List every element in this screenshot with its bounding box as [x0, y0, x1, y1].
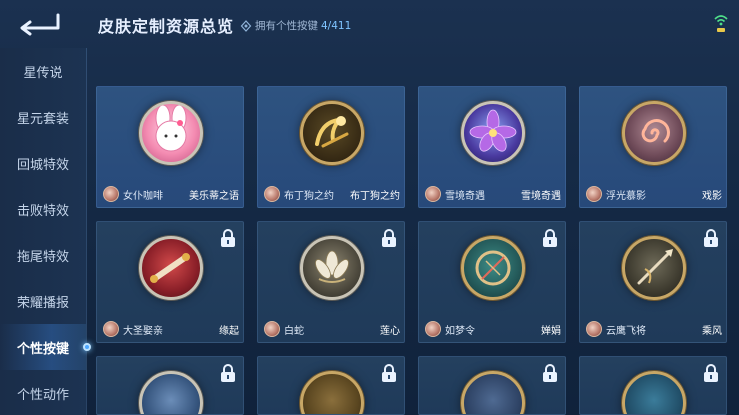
- page-title: 皮肤定制资源总览: [98, 17, 235, 36]
- skin-card[interactable]: [257, 356, 405, 415]
- skin-card[interactable]: [418, 356, 566, 415]
- sidebar-item-label: 个性动作: [16, 387, 69, 403]
- melody-icon: [139, 101, 203, 165]
- hero-name: 大圣娶亲: [123, 325, 163, 337]
- card-footer: 大圣娶亲 缘起: [97, 316, 243, 342]
- avatar: [586, 321, 602, 337]
- card-footer: 女仆咖啡 美乐蒂之语: [97, 181, 243, 207]
- avatar: [264, 186, 280, 202]
- gold-icon: [300, 371, 364, 414]
- skin-name: 缘起: [219, 325, 239, 337]
- sidebar-item-star-legend[interactable]: 星传说: [0, 48, 86, 94]
- avatar: [103, 186, 119, 202]
- card-footer: 白蛇 莲心: [258, 316, 404, 342]
- skin-card[interactable]: [579, 356, 727, 415]
- hero-name: 布丁狗之约: [284, 190, 334, 202]
- skin-card[interactable]: 布丁狗之约 布丁狗之约: [257, 86, 405, 208]
- hero-name: 女仆咖啡: [123, 190, 163, 202]
- avatar: [586, 186, 602, 202]
- key-icon: [240, 19, 252, 32]
- card-footer: 布丁狗之约 布丁狗之约: [258, 181, 404, 207]
- card-footer: 云鹰飞将 乘风: [580, 316, 726, 342]
- avatar: [425, 186, 441, 202]
- skin-card[interactable]: 白蛇 莲心: [257, 221, 405, 343]
- lock-icon: [221, 364, 235, 382]
- hero-name: 云鹰飞将: [606, 325, 646, 337]
- skin-card[interactable]: 雪境奇遇 雪境奇遇: [418, 86, 566, 208]
- spear-icon: [622, 236, 686, 300]
- sidebar-item-trail-effect[interactable]: 拖尾特效: [0, 232, 86, 278]
- lock-icon: [543, 364, 557, 382]
- dragon-icon: [622, 371, 686, 414]
- lock-icon: [382, 364, 396, 382]
- moon-harp-icon: [461, 236, 525, 300]
- wave-icon: [461, 371, 525, 414]
- owned-label: 拥有个性按键: [255, 20, 318, 32]
- sidebar-item-glory-broadcast[interactable]: 荣耀播报: [0, 278, 86, 324]
- skin-name: 乘风: [702, 325, 722, 337]
- skin-name: 美乐蒂之语: [189, 190, 239, 202]
- sidebar-item-recall-effect[interactable]: 回城特效: [0, 140, 86, 186]
- sidebar-item-label: 荣耀播报: [16, 295, 69, 311]
- hero-name: 浮光慕影: [606, 190, 646, 202]
- lock-icon: [221, 229, 235, 247]
- sidebar-item-label: 回城特效: [16, 157, 69, 173]
- sidebar-item-custom-buttons[interactable]: 个性按键: [0, 324, 86, 370]
- sidebar-item-custom-actions[interactable]: 个性动作: [0, 370, 86, 415]
- hero-name: 白蛇: [284, 325, 304, 337]
- scroll-icon: [139, 236, 203, 300]
- active-indicator: [83, 343, 91, 351]
- skin-card[interactable]: 女仆咖啡 美乐蒂之语: [96, 86, 244, 208]
- skin-card[interactable]: 如梦令 婵娟: [418, 221, 566, 343]
- card-footer: 如梦令 婵娟: [419, 316, 565, 342]
- sidebar-item-label: 击败特效: [16, 203, 69, 219]
- sidebar-item-label: 拖尾特效: [16, 249, 69, 265]
- owned-number: 4/411: [321, 19, 352, 32]
- back-arrow-icon[interactable]: [14, 10, 64, 36]
- card-footer: 浮光慕影 戏影: [580, 181, 726, 207]
- hero-name: 雪境奇遇: [445, 190, 485, 202]
- avatar: [264, 321, 280, 337]
- skin-card[interactable]: 浮光慕影 戏影: [579, 86, 727, 208]
- skin-name: 婵娟: [541, 325, 561, 337]
- lock-icon: [382, 229, 396, 247]
- feather-icon: [139, 371, 203, 414]
- skin-card[interactable]: [96, 356, 244, 415]
- spiral-icon: [622, 101, 686, 165]
- wifi-icon: [714, 15, 728, 32]
- skin-name: 布丁狗之约: [350, 190, 400, 202]
- avatar: [425, 321, 441, 337]
- lotus-icon: [300, 236, 364, 300]
- card-footer: 雪境奇遇 雪境奇遇: [419, 181, 565, 207]
- avatar: [103, 321, 119, 337]
- skin-card[interactable]: 云鹰飞将 乘风: [579, 221, 727, 343]
- skin-name: 戏影: [702, 190, 722, 202]
- skin-name: 莲心: [380, 325, 400, 337]
- purple-flower-icon: [461, 101, 525, 165]
- top-bar: 皮肤定制资源总览 拥有个性按键 4/411: [0, 0, 739, 48]
- lock-icon: [704, 364, 718, 382]
- owned-count: 拥有个性按键 4/411: [240, 18, 351, 33]
- sidebar-item-kill-effect[interactable]: 击败特效: [0, 186, 86, 232]
- skin-name: 雪境奇遇: [521, 190, 561, 202]
- sidebar-item-label: 星传说: [23, 65, 63, 81]
- sidebar-item-label: 个性按键: [16, 341, 69, 357]
- lock-icon: [704, 229, 718, 247]
- skin-card[interactable]: 大圣娶亲 缘起: [96, 221, 244, 343]
- sidebar-item-star-suit[interactable]: 星元套装: [0, 94, 86, 140]
- lock-icon: [543, 229, 557, 247]
- golden-wand-icon: [300, 101, 364, 165]
- hero-name: 如梦令: [445, 325, 475, 337]
- sidebar-divider: [86, 48, 87, 415]
- sidebar-item-label: 星元套装: [16, 111, 69, 127]
